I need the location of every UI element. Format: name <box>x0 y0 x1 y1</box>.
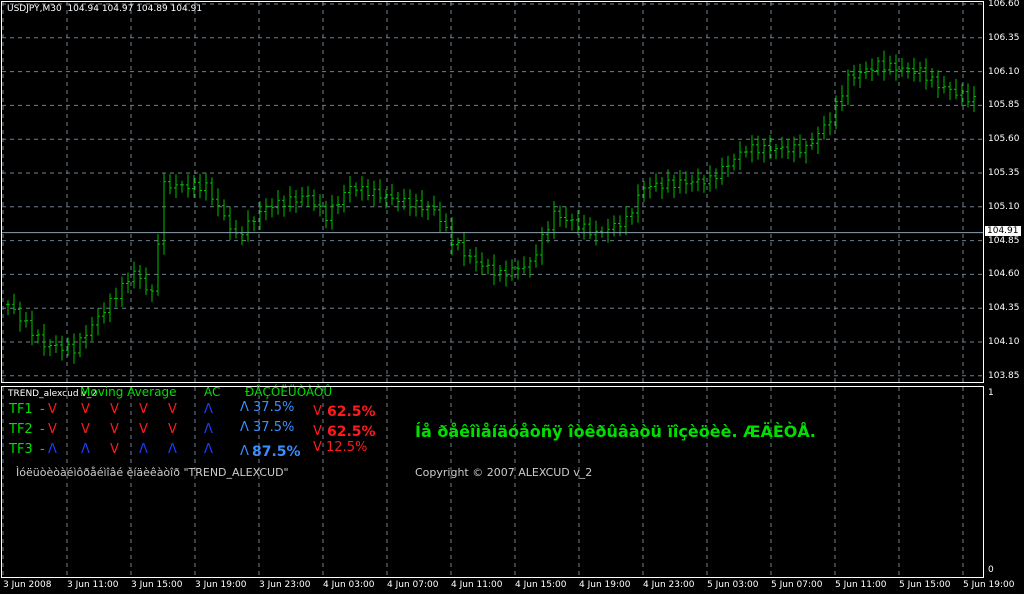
price-chart[interactable] <box>0 0 1024 594</box>
indicator-pane-border <box>1 386 984 578</box>
price-axis-label: 104.60 <box>988 269 1020 280</box>
up-percent: Λ 37.5% <box>240 400 295 415</box>
timeframe-label: TF3 <box>9 442 33 457</box>
copyright: Copyright © 2007 ALEXCUD v_2 <box>415 466 593 479</box>
ma-signal: Λ <box>168 442 177 457</box>
symbol-info: USDJPY,M30 104.94 104.97 104.89 104.91 <box>7 4 203 14</box>
ma-signal: V <box>168 422 177 437</box>
indicator-scale-min: 0 <box>988 565 994 575</box>
timeframe-label: TF1 <box>9 402 33 417</box>
timeframe-label: TF2 <box>9 422 33 437</box>
dash: - <box>40 442 45 457</box>
header-ac: AC <box>204 385 221 399</box>
down-percent: 62.5% <box>327 404 376 420</box>
time-axis-label: 4 Jun 15:00 <box>515 580 567 590</box>
price-axis-label: 106.60 <box>988 0 1020 9</box>
ac-signal: Λ <box>204 442 213 457</box>
ma-signal: V <box>110 422 119 437</box>
price-axis-label: 105.10 <box>988 201 1020 212</box>
down-percent: 62.5% <box>327 424 376 440</box>
dash: - <box>40 402 45 417</box>
up-symbol: Λ <box>240 444 249 459</box>
time-axis-label: 4 Jun 23:00 <box>643 580 695 590</box>
up-percent: Λ 37.5% <box>240 420 295 435</box>
time-axis-label: 3 Jun 19:00 <box>195 580 247 590</box>
price-axis-label: 104.85 <box>988 235 1020 246</box>
time-axis-label: 5 Jun 19:00 <box>963 580 1015 590</box>
warning-message: Íå ðåêîìåíäóåòñÿ îòêðûâàòü ïîçèöèè. ÆÄÈÒ… <box>415 422 816 441</box>
time-axis-label: 3 Jun 11:00 <box>67 580 119 590</box>
price-axis-label: 105.60 <box>988 134 1020 145</box>
ma-signal: V <box>110 402 119 417</box>
ma-signal: V <box>139 422 148 437</box>
time-axis-label: 5 Jun 07:00 <box>771 580 823 590</box>
time-axis-label: 3 Jun 23:00 <box>259 580 311 590</box>
indicator-scale-max: 1 <box>988 388 994 398</box>
time-axis-label: 3 Jun 2008 <box>3 580 52 590</box>
ma-signal: V <box>48 422 57 437</box>
time-axis-label: 5 Jun 11:00 <box>835 580 887 590</box>
price-axis-label: 105.85 <box>988 100 1020 111</box>
time-axis-label: 5 Jun 15:00 <box>899 580 951 590</box>
time-axis-label: 3 Jun 15:00 <box>131 580 183 590</box>
time-axis-label: 4 Jun 03:00 <box>323 580 375 590</box>
ac-signal: Λ <box>204 422 213 437</box>
main-pane-border <box>1 1 984 383</box>
ac-signal: Λ <box>204 402 213 417</box>
price-axis-label: 106.35 <box>988 32 1020 43</box>
down-percent: V 12.5% <box>313 440 368 455</box>
ma-signal: V <box>139 402 148 417</box>
time-axis-label: 5 Jun 03:00 <box>707 580 759 590</box>
price-axis-label: 104.35 <box>988 303 1020 314</box>
ma-signal: V <box>110 442 119 457</box>
price-axis-label: 106.10 <box>988 66 1020 77</box>
indicator-caption: Ìóëüòèòàéìôðåéìîâé èíäèêàòîð "TREND_ALEX… <box>16 466 289 479</box>
price-axis-label: 104.10 <box>988 337 1020 347</box>
time-axis-label: 4 Jun 07:00 <box>387 580 439 590</box>
price-axis-label: 105.35 <box>988 168 1020 178</box>
down-symbol: V <box>313 404 322 419</box>
ma-signal: Λ <box>81 442 90 457</box>
price-axis-label: 103.85 <box>988 370 1020 381</box>
ma-signal: Λ <box>139 442 148 457</box>
up-percent: 87.5% <box>252 444 301 460</box>
down-symbol: V <box>313 424 322 439</box>
ma-signal: V <box>168 402 177 417</box>
time-axis-label: 4 Jun 11:00 <box>451 580 503 590</box>
header-ma: Moving Average <box>80 385 177 399</box>
ma-signal: V <box>48 402 57 417</box>
ma-signal: V <box>81 402 90 417</box>
ma-signal: V <box>81 422 90 437</box>
header-result: ÐÅÇÓËÜÒÀÒÛ <box>245 385 333 399</box>
time-axis-label: 4 Jun 19:00 <box>579 580 631 590</box>
dash: - <box>40 422 45 437</box>
current-price-label: 104.91 <box>985 226 1021 236</box>
ma-signal: Λ <box>48 442 57 457</box>
